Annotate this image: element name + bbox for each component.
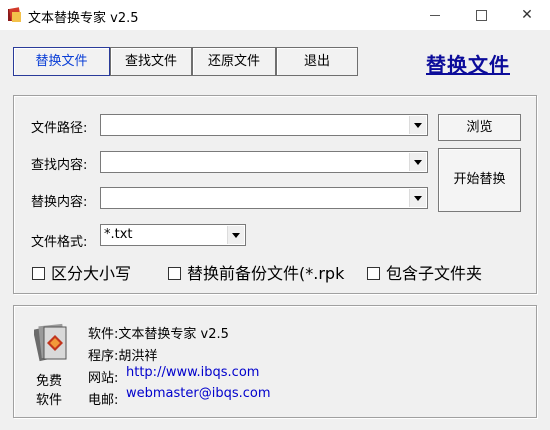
chevron-down-icon[interactable] bbox=[409, 153, 426, 171]
software-info: 软件:文本替换专家 v2.5 bbox=[88, 327, 229, 342]
title-bar: 文本替换专家 v2.5 ✕ bbox=[0, 0, 550, 30]
chevron-down-icon[interactable] bbox=[409, 189, 426, 207]
close-button[interactable]: ✕ bbox=[504, 0, 550, 30]
format-value: *.txt bbox=[104, 227, 133, 242]
free-caption: 免费 bbox=[36, 374, 63, 389]
page-title[interactable]: 替换文件 bbox=[426, 49, 510, 78]
chevron-down-icon[interactable] bbox=[227, 226, 244, 244]
find-combo[interactable] bbox=[100, 151, 428, 173]
toolbar: 替换文件 查找文件 还原文件 退出 bbox=[13, 47, 358, 76]
backup-label: 替换前备份文件(*.rpk bbox=[187, 264, 345, 283]
author-info: 程序:胡洪祥 bbox=[88, 349, 158, 364]
maximize-icon bbox=[475, 9, 487, 21]
tab-restore-files[interactable]: 还原文件 bbox=[192, 47, 276, 76]
case-sensitive-label: 区分大小写 bbox=[51, 264, 132, 283]
backup-checkbox[interactable]: 替换前备份文件(*.rpk bbox=[168, 260, 344, 284]
checkbox-box[interactable] bbox=[367, 267, 380, 280]
find-label: 查找内容: bbox=[31, 158, 88, 173]
format-label: 文件格式: bbox=[31, 235, 88, 250]
tab-find-files[interactable]: 查找文件 bbox=[110, 47, 192, 76]
minimize-icon bbox=[430, 14, 440, 16]
app-logo-icon bbox=[34, 323, 67, 362]
exit-button[interactable]: 退出 bbox=[276, 47, 358, 76]
site-label: 网站: bbox=[88, 371, 119, 386]
path-combo[interactable] bbox=[100, 114, 428, 136]
tab-replace-files[interactable]: 替换文件 bbox=[13, 47, 110, 76]
close-icon: ✕ bbox=[521, 7, 533, 23]
browse-button[interactable]: 浏览 bbox=[438, 114, 521, 141]
website-link[interactable]: http://www.ibqs.com bbox=[126, 365, 259, 380]
start-replace-button[interactable]: 开始替换 bbox=[438, 148, 521, 212]
email-label: 电邮: bbox=[88, 393, 119, 408]
path-label: 文件路径: bbox=[31, 121, 88, 136]
replace-label: 替换内容: bbox=[31, 195, 88, 210]
replace-combo[interactable] bbox=[100, 187, 428, 209]
checkbox-box[interactable] bbox=[168, 267, 181, 280]
software-caption: 软件 bbox=[36, 393, 63, 408]
case-sensitive-checkbox[interactable]: 区分大小写 bbox=[32, 260, 131, 284]
window-title: 文本替换专家 v2.5 bbox=[28, 11, 139, 26]
checkbox-box[interactable] bbox=[32, 267, 45, 280]
chevron-down-icon[interactable] bbox=[409, 116, 426, 134]
email-link[interactable]: webmaster@ibqs.com bbox=[126, 386, 271, 401]
app-icon bbox=[8, 7, 21, 22]
subfolders-label: 包含子文件夹 bbox=[386, 264, 483, 283]
subfolders-checkbox[interactable]: 包含子文件夹 bbox=[367, 260, 482, 284]
format-combo[interactable]: *.txt bbox=[100, 224, 246, 246]
maximize-button[interactable] bbox=[458, 0, 504, 30]
minimize-button[interactable] bbox=[412, 0, 458, 30]
